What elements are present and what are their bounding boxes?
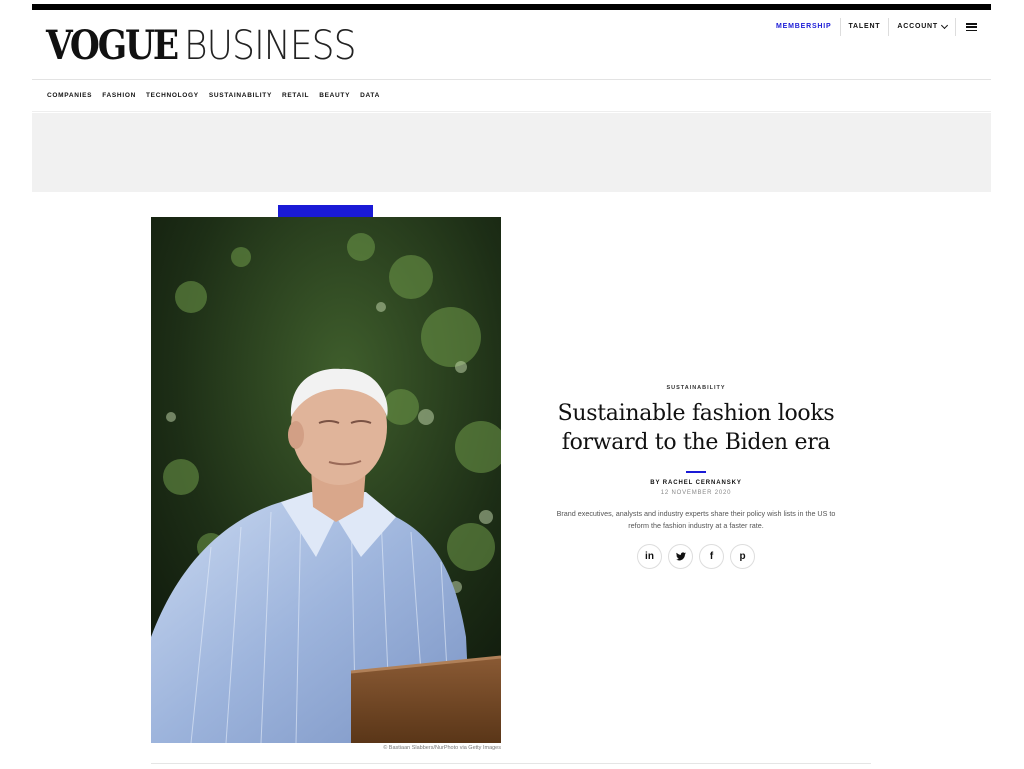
hero-photo	[151, 217, 501, 743]
hamburger-menu-icon[interactable]	[966, 23, 977, 31]
content-divider	[151, 763, 871, 764]
linkedin-icon[interactable]: in	[637, 544, 662, 569]
category-retail[interactable]: RETAIL	[282, 92, 309, 99]
twitter-icon[interactable]	[668, 544, 693, 569]
account-menu[interactable]: ACCOUNT	[889, 18, 956, 36]
page-frame: VOGUE BUSINESS MEMBERSHIP TALENT ACCOUNT…	[32, 0, 991, 769]
photo-credit: © Bastiaan Slabbers/NurPhoto via Getty I…	[383, 745, 501, 751]
vogue-business-logo[interactable]: VOGUE BUSINESS	[46, 22, 375, 69]
logo-business: BUSINESS	[184, 23, 356, 69]
category-sustainability[interactable]: SUSTAINABILITY	[209, 92, 272, 99]
article-header: SUSTAINABILITY Sustainable fashion looks…	[547, 385, 845, 569]
account-label: ACCOUNT	[897, 23, 938, 30]
article-kicker[interactable]: SUSTAINABILITY	[547, 385, 845, 391]
category-beauty[interactable]: BEAUTY	[319, 92, 350, 99]
top-black-bar	[32, 4, 991, 10]
category-technology[interactable]: TECHNOLOGY	[146, 92, 199, 99]
nav-divider	[32, 111, 991, 112]
category-companies[interactable]: COMPANIES	[47, 92, 92, 99]
chevron-down-icon	[940, 21, 949, 30]
logo-vogue: VOGUE	[46, 22, 179, 69]
article-byline[interactable]: BY RACHEL CERNANSKY	[547, 480, 845, 486]
top-nav: MEMBERSHIP TALENT ACCOUNT	[768, 18, 977, 36]
category-nav: COMPANIES FASHION TECHNOLOGY SUSTAINABIL…	[47, 92, 380, 99]
header-divider	[32, 79, 991, 80]
article-dek: Brand executives, analysts and industry …	[556, 509, 836, 530]
share-buttons: in f p	[547, 544, 845, 569]
pinterest-icon[interactable]: p	[730, 544, 755, 569]
article-headline: Sustainable fashion looks forward to the…	[557, 401, 835, 455]
ad-placeholder	[32, 113, 991, 192]
category-data[interactable]: DATA	[360, 92, 380, 99]
talent-link[interactable]: TALENT	[841, 18, 890, 36]
facebook-icon[interactable]: f	[699, 544, 724, 569]
article-date: 12 NOVEMBER 2020	[660, 490, 732, 496]
membership-link[interactable]: MEMBERSHIP	[768, 18, 841, 36]
headline-accent-rule	[686, 471, 706, 473]
category-fashion[interactable]: FASHION	[102, 92, 136, 99]
